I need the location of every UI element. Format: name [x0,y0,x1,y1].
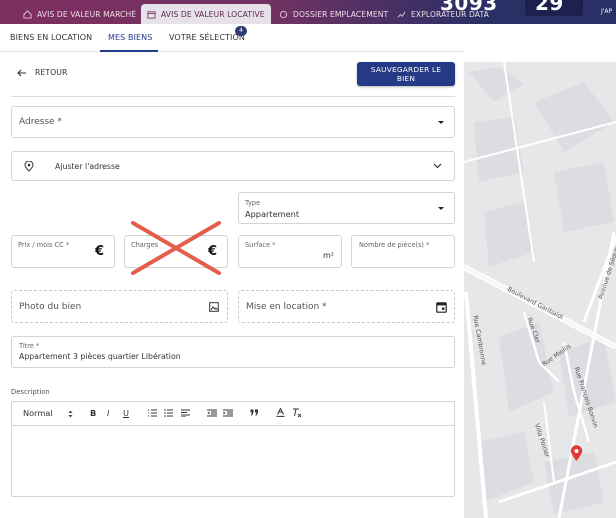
rental-date-input[interactable]: Mise en location * [238,290,455,323]
selection-count-badge: 4 [235,26,247,36]
euro-icon: € [95,244,105,259]
tab-label: DOSSIER EMPLACEMENT [293,9,389,19]
italic-button[interactable]: I [107,408,109,418]
type-select[interactable]: Type Appartement [238,192,455,224]
title-value: Appartement 3 pièces quartier Libération [19,352,181,361]
location-pin-icon [24,161,34,172]
surface-label: Surface * [245,241,276,249]
address-placeholder: Adresse * [19,117,63,127]
map-view[interactable]: Boulevard Garibaldi Avenue de Ségur Rue … [464,62,616,518]
clear-format-icon[interactable] [292,408,302,418]
sort-icon [68,410,73,418]
address-select[interactable]: Adresse * [11,106,455,138]
subtab-votre-selection[interactable]: VOTRE SÉLECTION [169,33,245,42]
type-value: Appartement [245,209,300,219]
text-color-icon[interactable] [276,408,285,417]
tab-label: AVIS DE VALEUR LOCATIVE [161,9,265,19]
rooms-input[interactable]: Nombre de pièce(s) * [351,235,455,268]
caret-down-icon [438,207,444,210]
stat-suffix: J'AP [601,8,613,15]
cross-mark-icon [131,221,221,275]
ordered-list-icon[interactable] [148,409,157,417]
surface-input[interactable]: Surface * m² [238,235,342,268]
map-marker-icon[interactable] [570,445,583,462]
rooms-label: Nombre de pièce(s) * [359,241,430,249]
rent-input[interactable]: Prix / mois CC * € [11,235,115,268]
house-euro-icon [23,9,32,19]
subtab-mes-biens[interactable]: MES BIENS [108,33,152,42]
rent-label: Prix / mois CC * [18,241,70,249]
surface-unit: m² [323,251,334,260]
title-label: Titre * [19,342,40,350]
rental-date-placeholder: Mise en location * [246,302,327,312]
caret-down-icon [438,121,444,124]
active-tab-indicator [100,50,158,52]
bullet-list-icon[interactable] [164,409,173,417]
adjust-address-label: Ajuster l'adresse [55,162,120,171]
arrow-left-icon [17,69,26,76]
chevron-down-icon [433,163,442,169]
tab-avis-valeur-locative[interactable]: AVIS DE VALEUR LOCATIVE [141,4,271,24]
back-label: RETOUR [35,68,68,77]
subtab-biens-en-location[interactable]: BIENS EN LOCATION [10,33,92,42]
stat-number-2: 29 [535,0,564,15]
back-button[interactable]: RETOUR [17,68,67,77]
quote-icon[interactable] [250,409,259,416]
calendar-icon [436,302,447,313]
tab-label: AVIS DE VALEUR MARCHÉ [37,9,137,19]
sub-tabs: BIENS EN LOCATION MES BIENS VOTRE SÉLECT… [0,24,464,52]
image-icon [209,302,219,312]
editor-toolbar: Normal B I U [12,402,454,426]
save-button[interactable]: SAUVEGARDER LE BIEN [357,62,455,86]
format-select[interactable]: Normal [23,408,53,418]
indent-icon[interactable] [223,409,233,417]
title-input[interactable]: Titre * Appartement 3 pièces quartier Li… [11,336,455,368]
tab-avis-valeur-marche[interactable]: AVIS DE VALEUR MARCHÉ [23,4,136,24]
divider [11,96,455,97]
key-euro-icon [147,10,156,19]
top-navigation: AVIS DE VALEUR MARCHÉ AVIS DE VALEUR LOC… [0,0,616,24]
description-editor[interactable]: Normal B I U [11,401,455,497]
description-label: Description [11,388,50,396]
underline-button[interactable]: U [123,408,129,418]
outdent-icon[interactable] [207,409,217,417]
adjust-address-panel[interactable]: Ajuster l'adresse [11,151,455,181]
bold-button[interactable]: B [90,408,96,418]
type-label: Type [245,199,261,207]
document-icon [279,10,288,18]
chart-line-icon [397,11,406,18]
photo-upload[interactable]: Photo du bien [11,290,228,323]
stat-box: 29 [525,0,583,16]
photo-placeholder: Photo du bien [19,302,82,312]
tab-dossier-emplacement[interactable]: DOSSIER EMPLACEMENT [279,4,388,24]
stat-number: 3093 [440,0,498,15]
align-left-icon[interactable] [181,409,190,417]
